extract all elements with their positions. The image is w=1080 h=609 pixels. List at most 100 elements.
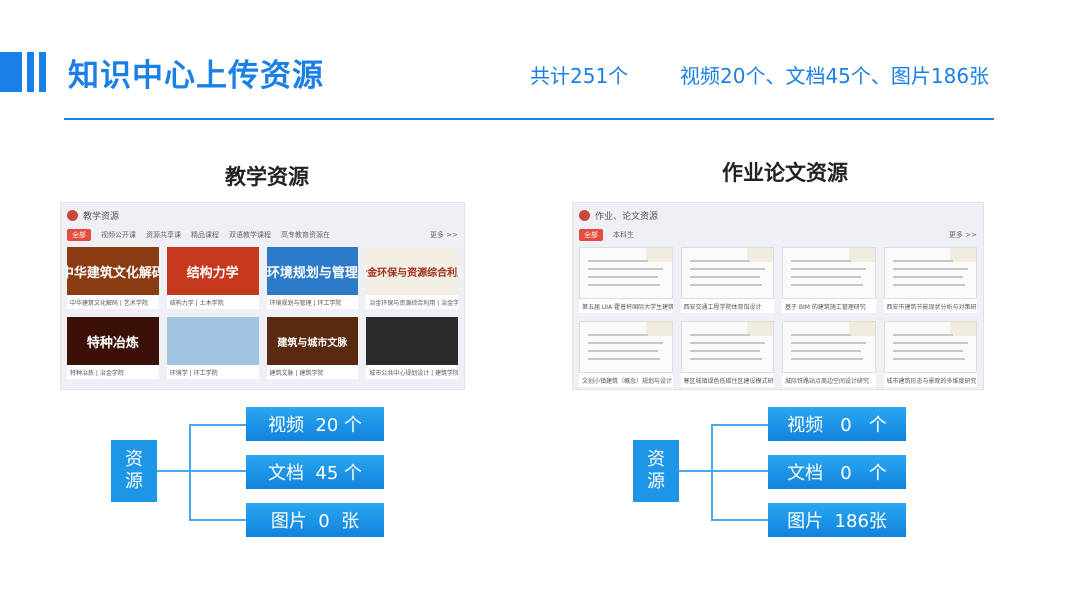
resource-node-char: 资 [125, 449, 143, 470]
tree-connector [711, 519, 769, 521]
course-caption: 环境规划与管理 | 环工学院 [269, 300, 342, 307]
course-caption: 建筑文脉 | 建筑学院 [269, 370, 324, 377]
paper-decoration [848, 248, 875, 262]
section-title-homework: 作业论文资源 [722, 161, 848, 185]
paper-card[interactable]: 寒区城镇绿色低碳住区建设模式研究 [680, 321, 775, 387]
school-logo-icon [67, 209, 78, 221]
video-count-box: 视频 20 个 [246, 407, 384, 441]
paper-decoration [645, 322, 672, 336]
text-line [791, 334, 851, 336]
tree-connector [157, 470, 190, 472]
tree-connector [189, 519, 247, 521]
text-line [689, 276, 760, 278]
text-line [588, 268, 663, 270]
text-line [791, 276, 861, 278]
tab-college-resources[interactable]: 高专教育资源在 [281, 230, 330, 240]
document-count-box: 文档 0 个 [768, 455, 906, 489]
text-line [892, 358, 965, 360]
course-caption: 中华建筑文化解码 | 艺术学院 [70, 300, 148, 307]
course-thumbnail: 中华建筑文化解码 [67, 247, 159, 295]
paper-decoration [747, 322, 773, 336]
text-line [588, 358, 660, 360]
school-logo-icon [579, 209, 590, 221]
tree-connector [711, 424, 713, 521]
paper-card[interactable]: 文创小镇建筑（概念）规划与设计 [579, 321, 673, 387]
course-card[interactable]: 特种冶炼 特种冶炼 | 冶金学院 [67, 317, 159, 379]
course-card[interactable]: 城市公共中心规划设计 | 建筑学院 [366, 317, 458, 379]
paper-card[interactable]: 基于 BIM 的建筑施工管理研究 [782, 247, 876, 313]
header-accent-bar [27, 52, 34, 92]
tab-quality-course[interactable]: 精品课程 [191, 230, 219, 240]
paper-card[interactable]: 西安市建筑节能现状分析与对策研究 [883, 247, 977, 313]
course-caption: 结构力学 | 土木学院 [169, 300, 224, 307]
course-thumbnail: 环境规划与管理 [266, 247, 359, 295]
text-line [791, 268, 866, 270]
paper-caption: 文创小镇建筑（概念）规划与设计 [582, 378, 673, 385]
text-line [588, 334, 648, 336]
paper-card[interactable]: 城际铁路站点周边空间设计研究 [782, 321, 876, 387]
teaching-resource-screenshot: 教学资源 全部 视频公开课 资源共享课 精品课程 双语教学课程 高专教育资源在 … [60, 202, 465, 390]
text-line [588, 284, 660, 286]
paper-thumbnail [883, 321, 977, 373]
header-accent-bar [0, 52, 22, 92]
paper-caption: 第五届 UIA 霍普杯国际大学生建筑设计竞赛 [582, 304, 673, 311]
paper-thumbnail [579, 247, 673, 299]
page-title: 知识中心上传资源 [68, 58, 324, 94]
total-count: 共计251个 [530, 64, 629, 88]
course-card[interactable]: 冶金环保与资源综合利用冶金环保与资源综合利用 | 冶金学院 [366, 247, 458, 309]
paper-caption: 寒区城镇绿色低碳住区建设模式研究 [683, 378, 775, 385]
more-link[interactable]: 更多 >> [949, 230, 977, 240]
course-card[interactable]: 建筑与城市文脉建筑文脉 | 建筑学院 [266, 317, 359, 379]
course-card[interactable]: 环境规划与管理环境规划与管理 | 环工学院 [266, 247, 359, 309]
paper-decoration [950, 322, 976, 336]
panel-header: 作业、论文资源 [573, 203, 983, 227]
text-line [892, 268, 968, 270]
panel-title: 教学资源 [83, 211, 120, 222]
resource-node-char: 源 [647, 471, 665, 492]
course-card[interactable]: 中华建筑文化解码中华建筑文化解码 | 艺术学院 [67, 247, 159, 309]
text-line [791, 342, 866, 344]
paper-caption: 城市建筑形态与景观的多维度研究 [886, 378, 977, 385]
course-card[interactable]: 环境学 | 环工学院 [166, 317, 259, 379]
resource-node-char: 资 [647, 449, 665, 470]
text-line [892, 342, 968, 344]
more-link[interactable]: 更多 >> [430, 230, 458, 240]
paper-card[interactable]: 西安交通工程学院体育馆设计 [680, 247, 774, 313]
text-line [892, 260, 953, 262]
paper-decoration [747, 248, 773, 262]
tab-all[interactable]: 全部 [579, 229, 603, 241]
tab-all[interactable]: 全部 [67, 229, 91, 241]
tree-connector [189, 424, 247, 426]
text-line [791, 260, 851, 262]
paper-caption: 城际铁路站点周边空间设计研究 [785, 378, 870, 385]
text-line [588, 350, 658, 352]
tree-connector [711, 470, 769, 472]
count-breakdown: 视频20个、文档45个、图片186张 [680, 64, 990, 88]
homework-resource-screenshot: 作业、论文资源 全部 本科生 更多 >> 第五届 UIA 霍普杯国际大学生建筑设… [572, 202, 984, 390]
tree-connector [679, 470, 712, 472]
course-grid: 中华建筑文化解码 中华建筑文化解码 | 艺术学院 结构力学 结构力学 | 土木学院 … [61, 243, 464, 383]
tab-bilingual-course[interactable]: 双语教学课程 [229, 230, 271, 240]
tab-open-video[interactable]: 视频公开课 [101, 230, 136, 240]
text-line [892, 334, 953, 336]
paper-decoration [645, 248, 672, 262]
text-line [892, 350, 963, 352]
panel-header: 教学资源 [61, 203, 464, 227]
image-count-box: 图片 186张 [768, 503, 906, 537]
panel-title: 作业、论文资源 [595, 211, 659, 222]
tab-undergraduate[interactable]: 本科生 [613, 230, 634, 240]
paper-thumbnail [680, 321, 774, 373]
course-caption: 特种冶炼 | 冶金学院 [70, 370, 124, 377]
paper-card[interactable]: 城市建筑形态与景观的多维度研究 [883, 321, 977, 387]
course-caption: 城市公共中心规划设计 | 建筑学院 [369, 370, 458, 377]
paper-card[interactable]: 第五届 UIA 霍普杯国际大学生建筑设计竞赛 [579, 247, 673, 313]
text-line [588, 276, 658, 278]
course-card[interactable]: 结构力学 结构力学 | 土木学院 [166, 247, 259, 309]
course-thumbnail [366, 317, 458, 365]
tab-shared-course[interactable]: 资源共享课 [146, 230, 181, 240]
paper-caption: 基于 BIM 的建筑施工管理研究 [785, 304, 866, 311]
panel-tabs: 全部 视频公开课 资源共享课 精品课程 双语教学课程 高专教育资源在 更多 >> [61, 227, 464, 243]
resource-node-char: 源 [125, 471, 143, 492]
course-thumbnail [166, 317, 259, 365]
course-thumbnail: 建筑与城市文脉 [266, 317, 359, 365]
